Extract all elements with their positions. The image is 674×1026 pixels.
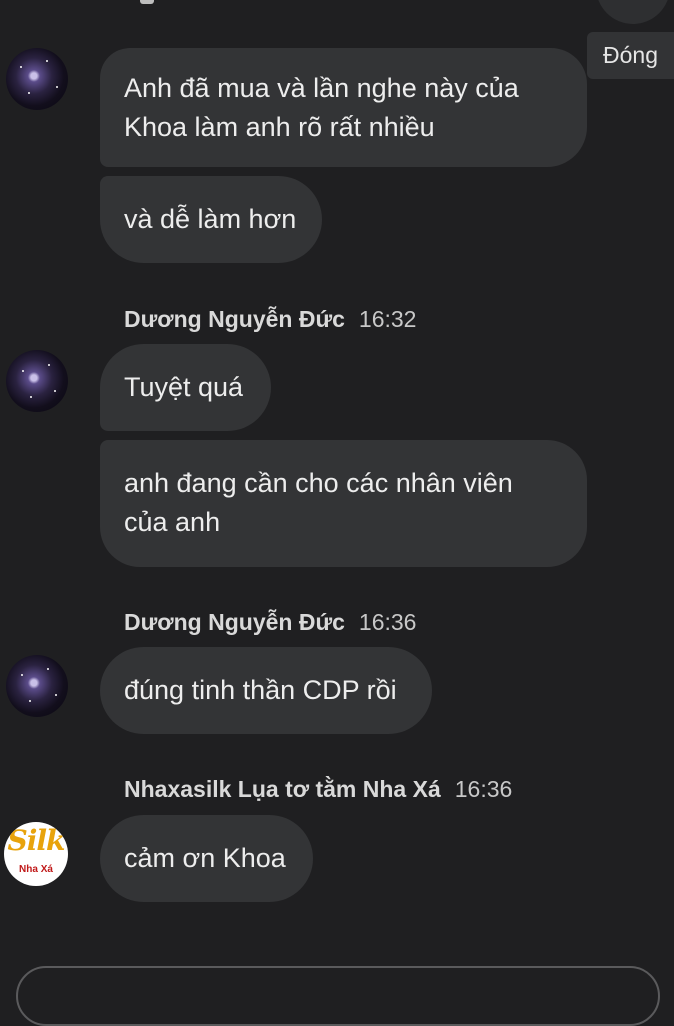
sender-name: Dương Nguyễn Đức — [124, 306, 345, 332]
message-time: 16:32 — [358, 306, 417, 332]
message-bubble[interactable]: đúng tinh thần CDP rồi — [100, 647, 432, 734]
close-button[interactable]: Đóng — [587, 32, 674, 79]
message-bubble[interactable]: Tuyệt quá — [100, 344, 271, 431]
message-text: và dễ làm hơn — [124, 204, 297, 234]
message-text-line: của anh — [124, 507, 221, 537]
message-time: 16:36 — [454, 776, 513, 802]
message-bubble[interactable]: cảm ơn Khoa — [100, 815, 313, 902]
scroll-to-top-button[interactable] — [596, 0, 670, 24]
brand-logo-text: Silk — [7, 824, 66, 857]
avatar[interactable] — [6, 48, 68, 110]
message-text-line: Anh đã mua và lần nghe này của — [124, 73, 519, 103]
sender-header: Nhaxasilk Lụa tơ tằm Nha Xá 16:36 — [124, 776, 512, 803]
close-button-label: Đóng — [603, 42, 658, 68]
sender-header: Dương Nguyễn Đức 16:32 — [124, 306, 416, 333]
sender-header: Dương Nguyễn Đức 16:36 — [124, 609, 416, 636]
partial-message-top — [140, 0, 154, 4]
sender-name: Dương Nguyễn Đức — [124, 609, 345, 635]
avatar[interactable] — [6, 655, 68, 717]
brand-logo-subtext: Nha Xá — [19, 864, 53, 875]
sender-name: Nhaxasilk Lụa tơ tằm Nha Xá — [124, 776, 441, 802]
message-text: cảm ơn Khoa — [124, 843, 286, 873]
message-text-line: anh đang cần cho các nhân viên — [124, 468, 513, 498]
message-bubble[interactable]: và dễ làm hơn — [100, 176, 322, 263]
message-text-line: Khoa làm anh rõ rất nhiều — [124, 112, 435, 142]
message-bubble[interactable]: anh đang cần cho các nhân viên của anh — [100, 440, 587, 567]
avatar[interactable] — [6, 350, 68, 412]
message-time: 16:36 — [358, 609, 417, 635]
message-composer[interactable] — [16, 966, 660, 1026]
message-text: đúng tinh thần CDP rồi — [124, 675, 397, 705]
message-bubble[interactable]: Anh đã mua và lần nghe này của Khoa làm … — [100, 48, 587, 167]
message-text: Tuyệt quá — [124, 372, 244, 402]
brand-logo-avatar[interactable]: Silk Nha Xá — [4, 822, 68, 886]
